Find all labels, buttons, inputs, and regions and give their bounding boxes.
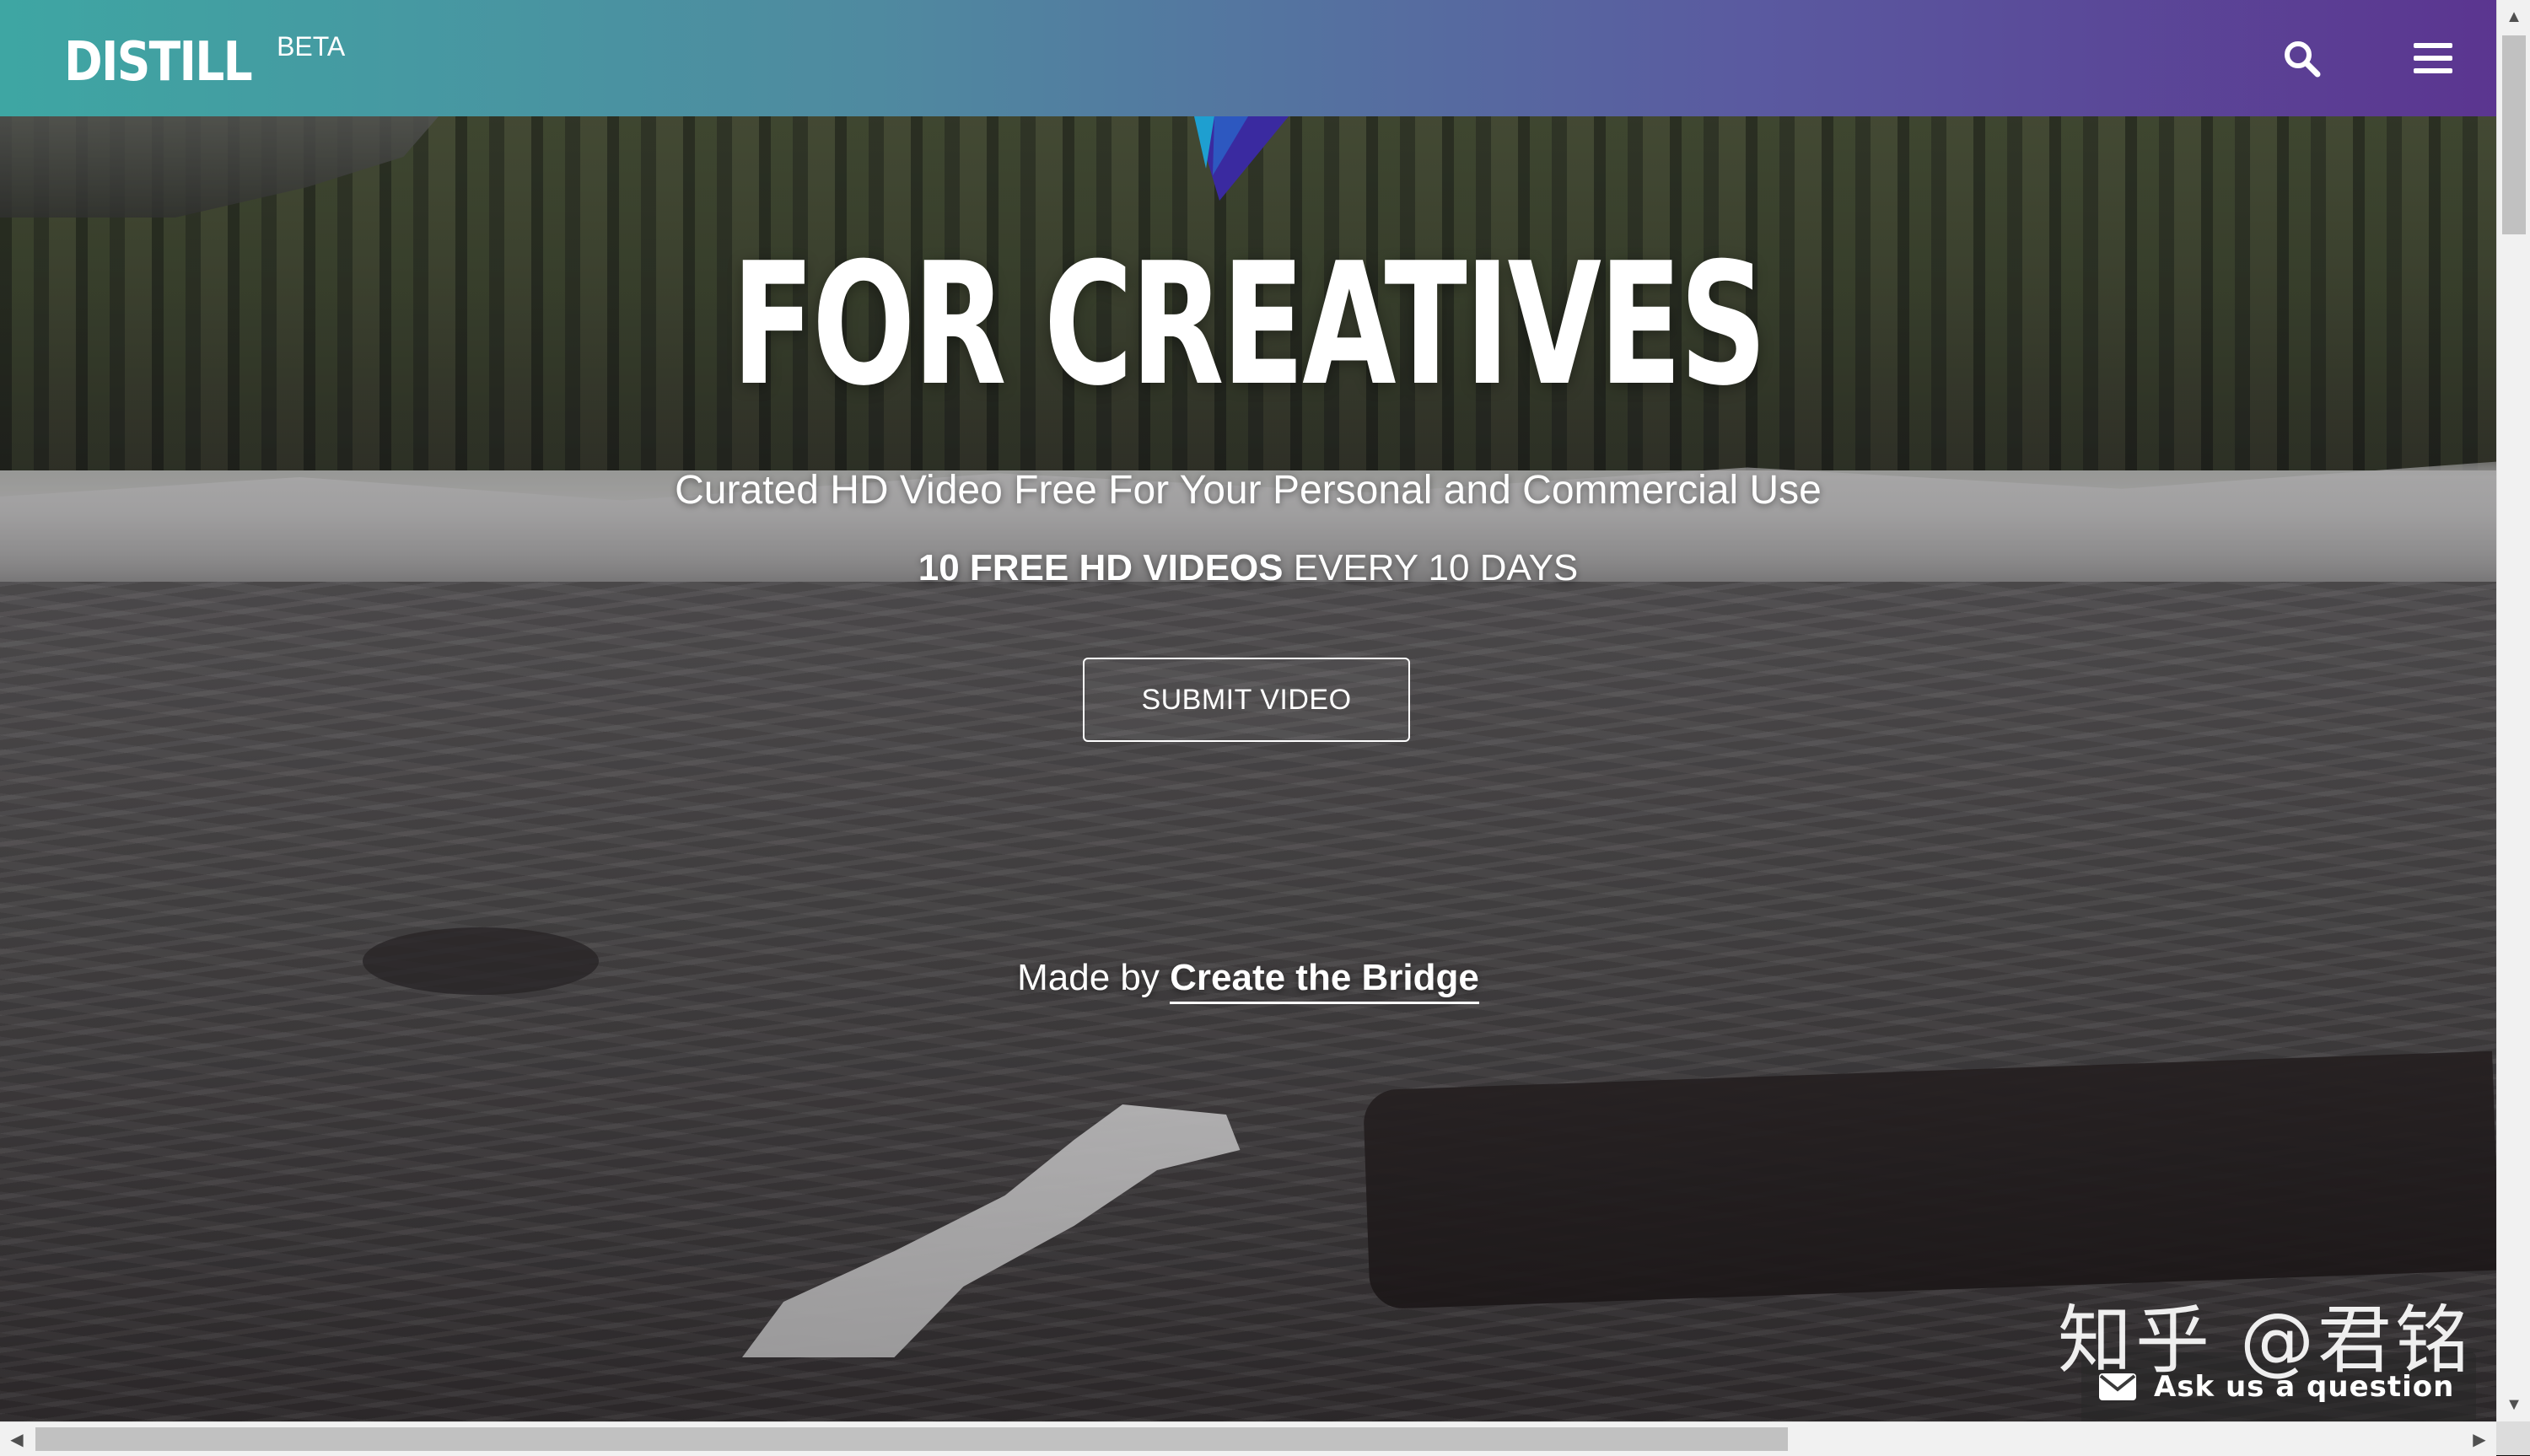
tagline-rest: EVERY 10 DAYS (1283, 547, 1579, 588)
hero-subtitle: Curated HD Video Free For Your Personal … (675, 468, 1822, 513)
site-logo[interactable]: DISTILL BETA (64, 30, 345, 94)
scroll-up-arrow-icon[interactable]: ▲ (2497, 0, 2530, 34)
scrollbar-corner (2496, 1421, 2530, 1455)
horizontal-scroll-thumb[interactable] (35, 1427, 1788, 1451)
search-button[interactable] (2272, 29, 2331, 88)
menu-button[interactable] (2404, 29, 2463, 88)
made-by-credit: Made by Create the Bridge (0, 951, 2496, 1005)
horizontal-scrollbar[interactable]: ◀ ▶ (0, 1421, 2496, 1456)
page-viewport: DISTILL BETA FOR CREATIVES Curated HD Vi… (0, 0, 2496, 1421)
top-navigation-bar: DISTILL BETA (0, 0, 2496, 116)
submit-video-button[interactable]: SUBMIT VIDEO (1083, 658, 1410, 742)
create-the-bridge-link[interactable]: Create the Bridge (1170, 957, 1479, 1004)
vertical-scroll-thumb[interactable] (2502, 35, 2526, 234)
scroll-right-arrow-icon[interactable]: ▶ (2463, 1422, 2496, 1456)
hamburger-menu-icon (2414, 43, 2452, 73)
hero-tagline: 10 FREE HD VIDEOS EVERY 10 DAYS (0, 545, 2496, 592)
hero-title: FOR CREATIVES (731, 227, 1768, 423)
logo-wordmark: DISTILL (64, 31, 253, 94)
tagline-highlight: 10 FREE HD VIDEOS (918, 547, 1284, 588)
scroll-down-arrow-icon[interactable]: ▼ (2497, 1388, 2530, 1421)
made-by-prefix: Made by (1017, 957, 1171, 998)
search-icon (2285, 41, 2321, 78)
zhihu-watermark: 知乎 @君铭 (2058, 1297, 2473, 1383)
beta-badge: BETA (277, 31, 346, 62)
scroll-left-arrow-icon[interactable]: ◀ (0, 1422, 34, 1456)
vertical-scrollbar[interactable]: ▲ ▼ (2496, 0, 2530, 1421)
brand-chevron-icon (1194, 116, 1289, 201)
